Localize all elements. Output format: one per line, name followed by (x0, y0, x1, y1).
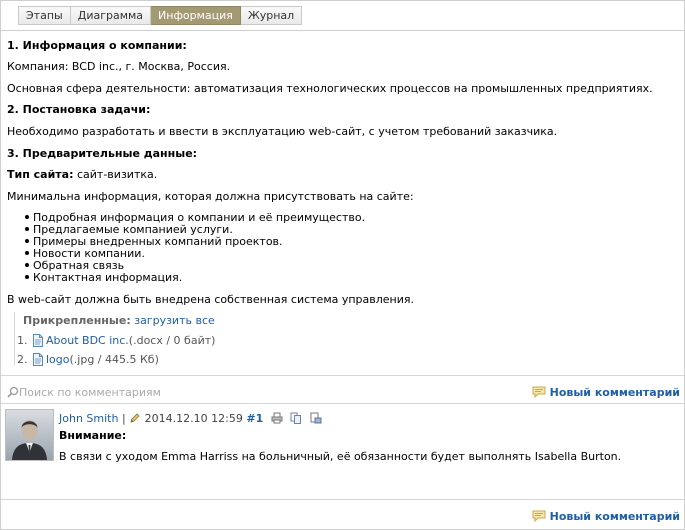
tab-stages[interactable]: Этапы (18, 6, 71, 25)
activity-line: Основная сфера деятельности: автоматизац… (7, 82, 653, 95)
attachment-index: 1. (17, 334, 28, 347)
meta-separator: | (121, 412, 126, 425)
comment-search[interactable]: Поиск по комментариям (7, 386, 161, 399)
comment-datetime: 2014.12.10 12:59 (144, 412, 243, 425)
task-panel: Этапы Диаграмма Информация Журнал 1. Инф… (0, 0, 685, 530)
new-comment-button-bottom[interactable]: Новый комментарий (532, 510, 680, 523)
tab-information[interactable]: Информация (151, 6, 241, 25)
attachment-row: 2. logo(.jpg / 445.5 Кб) (17, 353, 159, 366)
comment-item: John Smith | 2014.12.10 12:59 #1 Внимани… (1, 404, 684, 499)
site-type-line: Тип сайта: сайт-визитка. (7, 168, 157, 181)
search-placeholder: Поиск по комментариям (19, 386, 161, 399)
edit-icon[interactable] (129, 412, 141, 424)
document-icon (33, 353, 43, 366)
copy-icon[interactable] (290, 412, 302, 424)
tab-journal[interactable]: Журнал (240, 6, 303, 25)
document-icon (33, 334, 43, 347)
attachments-label: Прикрепленные: (23, 314, 131, 327)
comment-icon (532, 386, 546, 399)
divider (1, 375, 684, 376)
new-comment-label: Новый комментарий (549, 386, 680, 399)
new-comment-button[interactable]: Новый комментарий (532, 386, 680, 399)
heading-task: 2. Постановка задачи: (7, 103, 151, 116)
comment-text: В связи с уходом Emma Harriss на больнич… (59, 450, 622, 463)
attachments-block: Прикрепленные: загрузить все 1. About BD… (14, 312, 235, 366)
search-icon (7, 386, 19, 398)
attachment-row: 1. About BDC inc.(.docx / 0 байт) (17, 334, 215, 347)
comment-icon (532, 510, 546, 523)
new-comment-label: Новый комментарий (549, 510, 680, 523)
attachment-meta: (.docx / 0 байт) (128, 334, 216, 347)
site-type-label: Тип сайта: (7, 168, 74, 181)
attachment-index: 2. (17, 353, 28, 366)
heading-preliminary: 3. Предварительные данные: (7, 147, 198, 160)
avatar (5, 409, 54, 461)
attachment-link[interactable]: About BDC inc. (46, 334, 129, 347)
comment-number-link[interactable]: #1 (246, 412, 263, 425)
download-all-link[interactable]: загрузить все (134, 314, 215, 327)
attachments-header: Прикрепленные: загрузить все (23, 314, 215, 327)
site-type-value: сайт-визитка. (73, 168, 158, 181)
cms-line: В web-сайт должна быть внедрена собствен… (7, 293, 415, 306)
divider (1, 499, 684, 500)
tab-diagram[interactable]: Диаграмма (70, 6, 152, 25)
company-line: Компания: BCD inc., г. Москва, Россия. (7, 60, 231, 73)
tab-bar: Этапы Диаграмма Информация Журнал (1, 1, 684, 31)
attachment-meta: (.jpg / 445.5 Кб) (69, 353, 159, 366)
min-info-line: Минимальна информация, которая должна пр… (7, 190, 414, 203)
export-icon[interactable] (310, 412, 322, 424)
heading-company-info: 1. Информация о компании: (7, 39, 187, 52)
list-item: Контактная информация. (24, 271, 183, 284)
task-line: Необходимо разработать и ввести в эксплу… (7, 125, 558, 138)
attachment-link[interactable]: logo (46, 353, 70, 366)
comment-meta: John Smith | 2014.12.10 12:59 #1 (59, 412, 322, 425)
comment-title: Внимание: (59, 429, 127, 442)
comment-author-link[interactable]: John Smith (59, 412, 118, 425)
print-icon[interactable] (271, 412, 283, 424)
